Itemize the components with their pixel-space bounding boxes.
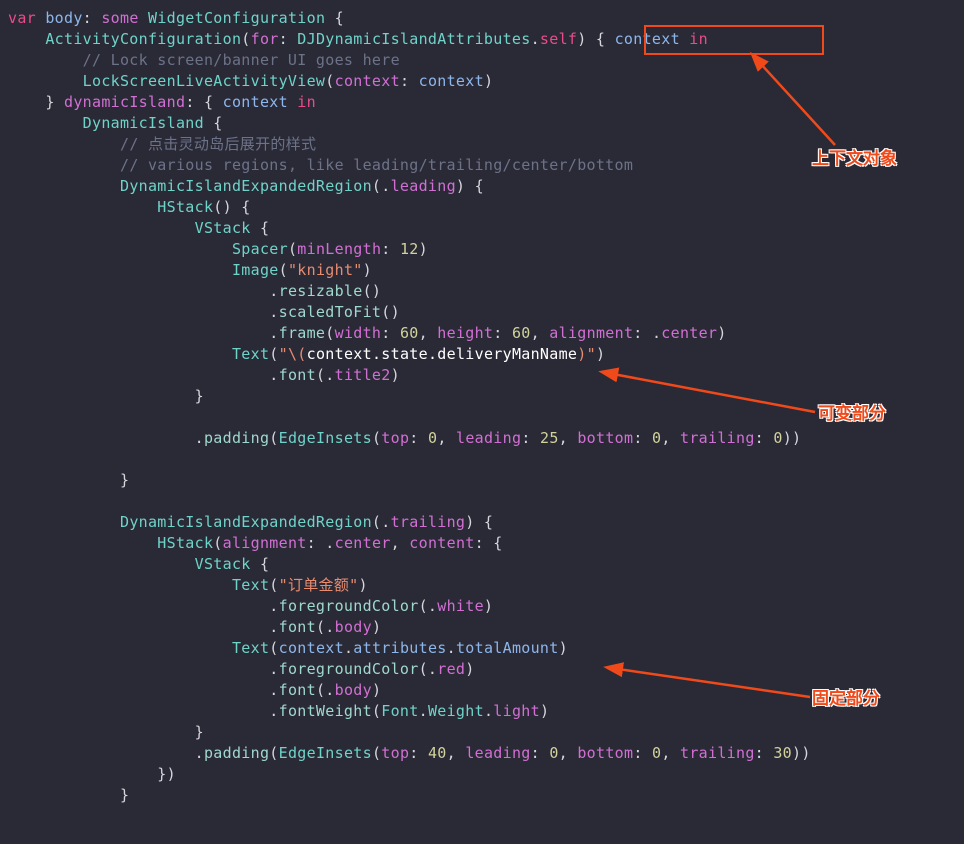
kw-var: var (8, 9, 36, 27)
annotation-label-fixed: 固定部分 (812, 688, 880, 709)
annotation-label-context: 上下文对象 (812, 148, 897, 169)
type-activityconfig: ActivityConfiguration (45, 30, 241, 48)
annotation-box-context (644, 25, 824, 55)
comment-regions: // various regions, like leading/trailin… (120, 156, 633, 174)
comment-lockscreen: // Lock screen/banner UI goes here (83, 51, 400, 69)
ident-body: body (36, 9, 83, 27)
comment-cn: // 点击灵动岛后展开的样式 (120, 135, 316, 153)
type-widgetconfig: WidgetConfiguration (139, 9, 326, 27)
annotation-label-variable: 可变部分 (818, 403, 886, 424)
kw-some: some (101, 9, 138, 27)
